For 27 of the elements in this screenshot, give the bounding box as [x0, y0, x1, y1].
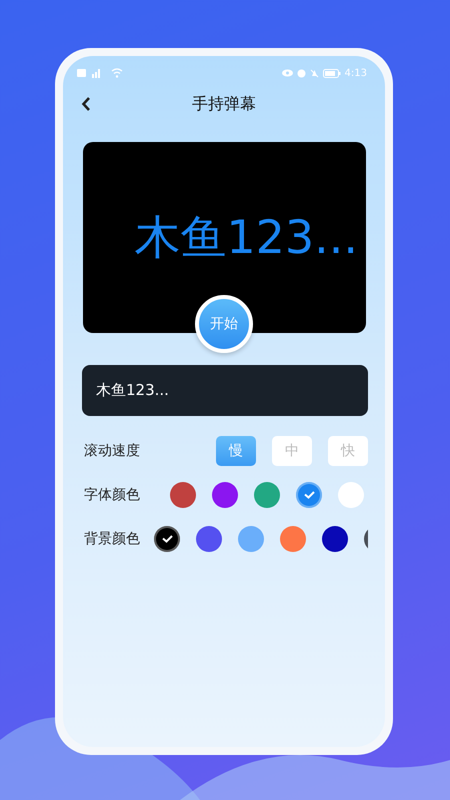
- wifi-icon: [111, 68, 123, 78]
- color-label: 背景颜色: [84, 530, 140, 548]
- color-swatch[interactable]: [322, 526, 348, 552]
- color-swatch[interactable]: [280, 526, 306, 552]
- color-swatch[interactable]: [338, 482, 364, 508]
- color-label: 字体颜色: [84, 486, 140, 504]
- mute-icon: [310, 68, 319, 78]
- text-input-field[interactable]: 木鱼123...: [82, 365, 368, 416]
- speed-label: 滚动速度: [84, 442, 140, 460]
- status-time: 4:13: [344, 66, 367, 80]
- color-swatch[interactable]: [296, 482, 322, 508]
- speed-option[interactable]: 快: [328, 436, 368, 466]
- color-swatch[interactable]: [196, 526, 222, 552]
- color-swatch[interactable]: [238, 526, 264, 552]
- check-icon: [162, 535, 172, 543]
- check-icon: [304, 491, 314, 499]
- speed-option[interactable]: 中: [272, 436, 312, 466]
- eye-icon: [282, 69, 293, 77]
- color-swatch[interactable]: [154, 526, 180, 552]
- color-swatch[interactable]: [254, 482, 280, 508]
- battery-icon: [322, 68, 341, 78]
- back-icon[interactable]: [81, 96, 91, 112]
- page-title: 手持弹幕: [192, 93, 256, 115]
- color-swatch[interactable]: [212, 482, 238, 508]
- preview-text: 木鱼123...: [134, 209, 358, 266]
- speed-option[interactable]: 慢: [216, 436, 256, 466]
- color-swatch[interactable]: [170, 482, 196, 508]
